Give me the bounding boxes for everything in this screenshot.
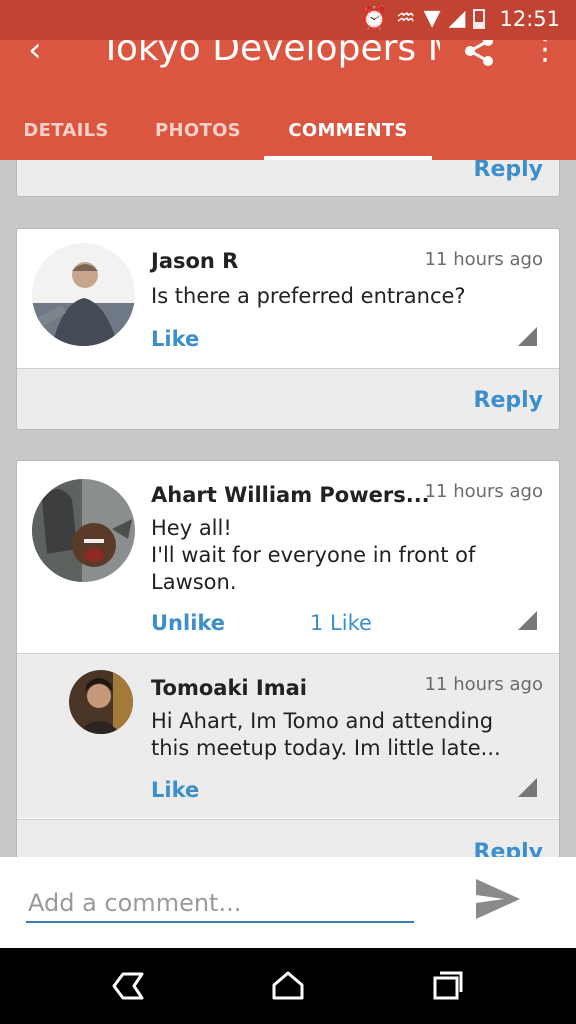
comment-composer — [0, 857, 576, 948]
send-icon[interactable] — [474, 877, 522, 921]
comment-text: Hi Ahart, Im Tomo and attending this mee… — [151, 709, 501, 760]
reply-button[interactable]: Reply — [474, 160, 544, 182]
tab-comments[interactable]: COMMENTS — [264, 100, 432, 160]
comments-list[interactable]: Reply Jason R 11 hours ago Is there a pr… — [0, 160, 576, 857]
home-nav-icon[interactable] — [270, 968, 306, 1004]
tab-bar: DETAILS PHOTOS COMMENTS — [0, 100, 576, 160]
signal-icon: ◢ — [448, 6, 466, 31]
comment-author[interactable]: Jason R — [151, 249, 238, 273]
like-button[interactable]: Like — [151, 327, 199, 351]
reply-button[interactable]: Reply — [474, 840, 544, 857]
reply-button[interactable]: Reply — [474, 388, 544, 413]
unlike-button[interactable]: Unlike — [151, 611, 225, 635]
avatar[interactable] — [32, 479, 135, 582]
comment-menu-icon[interactable] — [518, 778, 537, 797]
back-nav-icon[interactable] — [110, 968, 146, 1004]
comment-card: Jason R 11 hours ago Is there a preferre… — [16, 228, 560, 430]
comment-time: 11 hours ago — [424, 674, 543, 695]
comment-text: Is there a preferred entrance? — [151, 284, 466, 308]
comment-card: Ahart William Powers... 11 hours ago Hey… — [16, 460, 560, 857]
reply-bar: Reply — [17, 368, 559, 429]
tab-details[interactable]: DETAILS — [0, 100, 132, 160]
comment-card: Reply — [16, 160, 560, 197]
back-arrow-icon[interactable]: ‹ — [28, 40, 42, 70]
comment-input[interactable] — [26, 885, 414, 923]
comment-author[interactable]: Tomoaki Imai — [151, 676, 307, 700]
comment-time: 11 hours ago — [424, 249, 543, 270]
app-bar: ‹ Tokyo Developers M... ⋮ DETAILS PHOTOS… — [0, 40, 576, 160]
alarm-icon: ⏰ — [360, 6, 388, 31]
comment-author[interactable]: Ahart William Powers... — [151, 483, 430, 507]
system-nav-bar — [0, 948, 576, 1024]
status-icons: ⏰ ♒ ▼ ◢ 12:51 — [360, 6, 560, 31]
wifi-icon: ▼ — [423, 6, 441, 31]
comment-menu-icon[interactable] — [518, 327, 537, 346]
reply-bar: Reply — [17, 819, 559, 857]
comment-menu-icon[interactable] — [518, 611, 537, 630]
comment-text: Hey all! I'll wait for everyone in front… — [151, 516, 476, 594]
battery-icon — [473, 8, 486, 29]
status-bar: ⏰ ♒ ▼ ◢ 12:51 — [0, 0, 576, 40]
like-count[interactable]: 1 Like — [310, 611, 372, 635]
comment-time: 11 hours ago — [424, 481, 543, 502]
tab-photos[interactable]: PHOTOS — [132, 100, 264, 160]
page-title: Tokyo Developers M... — [100, 40, 440, 69]
overflow-menu-icon[interactable]: ⋮ — [530, 40, 560, 67]
status-time: 12:51 — [499, 6, 560, 31]
vibrate-icon: ♒ — [395, 6, 416, 31]
like-button[interactable]: Like — [151, 778, 199, 802]
avatar[interactable] — [69, 670, 133, 734]
recents-nav-icon[interactable] — [430, 968, 466, 1004]
avatar[interactable] — [32, 243, 135, 346]
reply-comment: Tomoaki Imai 11 hours ago Hi Ahart, Im T… — [17, 653, 559, 818]
share-icon[interactable] — [462, 40, 496, 76]
toolbar: ‹ Tokyo Developers M... ⋮ — [0, 40, 576, 70]
